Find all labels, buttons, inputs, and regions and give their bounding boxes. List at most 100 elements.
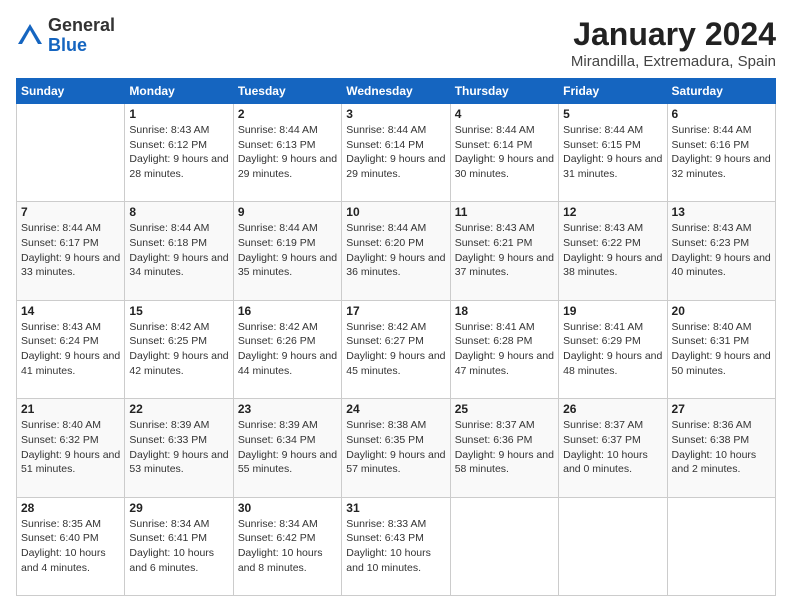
sunset: Sunset: 6:40 PM — [21, 532, 99, 544]
sunrise: Sunrise: 8:41 AM — [455, 321, 535, 333]
sunrise: Sunrise: 8:42 AM — [346, 321, 426, 333]
daylight: Daylight: 10 hours and 4 minutes. — [21, 547, 106, 574]
sunrise: Sunrise: 8:35 AM — [21, 518, 101, 530]
sunrise: Sunrise: 8:44 AM — [563, 124, 643, 136]
sunrise: Sunrise: 8:44 AM — [346, 222, 426, 234]
table-row: 5 Sunrise: 8:44 AM Sunset: 6:15 PM Dayli… — [559, 104, 667, 202]
table-row: 3 Sunrise: 8:44 AM Sunset: 6:14 PM Dayli… — [342, 104, 450, 202]
sunset: Sunset: 6:14 PM — [346, 139, 424, 151]
table-row: 27 Sunrise: 8:36 AM Sunset: 6:38 PM Dayl… — [667, 399, 775, 497]
table-row: 8 Sunrise: 8:44 AM Sunset: 6:18 PM Dayli… — [125, 202, 233, 300]
day-number: 27 — [672, 402, 771, 416]
title-block: January 2024 Mirandilla, Extremadura, Sp… — [571, 16, 776, 70]
day-info: Sunrise: 8:38 AM Sunset: 6:35 PM Dayligh… — [346, 418, 445, 477]
daylight: Daylight: 9 hours and 29 minutes. — [346, 153, 445, 180]
sunset: Sunset: 6:17 PM — [21, 237, 99, 249]
sunset: Sunset: 6:18 PM — [129, 237, 207, 249]
sunrise: Sunrise: 8:44 AM — [672, 124, 752, 136]
daylight: Daylight: 9 hours and 51 minutes. — [21, 449, 120, 476]
sunrise: Sunrise: 8:43 AM — [455, 222, 535, 234]
table-row: 22 Sunrise: 8:39 AM Sunset: 6:33 PM Dayl… — [125, 399, 233, 497]
day-info: Sunrise: 8:37 AM Sunset: 6:36 PM Dayligh… — [455, 418, 554, 477]
day-number: 9 — [238, 205, 337, 219]
day-number: 25 — [455, 402, 554, 416]
sunset: Sunset: 6:33 PM — [129, 434, 207, 446]
daylight: Daylight: 10 hours and 8 minutes. — [238, 547, 323, 574]
table-row: 30 Sunrise: 8:34 AM Sunset: 6:42 PM Dayl… — [233, 497, 341, 595]
daylight: Daylight: 9 hours and 36 minutes. — [346, 252, 445, 279]
day-info: Sunrise: 8:43 AM Sunset: 6:12 PM Dayligh… — [129, 123, 228, 182]
day-info: Sunrise: 8:34 AM Sunset: 6:41 PM Dayligh… — [129, 517, 228, 576]
daylight: Daylight: 9 hours and 34 minutes. — [129, 252, 228, 279]
day-number: 20 — [672, 304, 771, 318]
daylight: Daylight: 9 hours and 41 minutes. — [21, 350, 120, 377]
day-info: Sunrise: 8:33 AM Sunset: 6:43 PM Dayligh… — [346, 517, 445, 576]
sunrise: Sunrise: 8:43 AM — [672, 222, 752, 234]
col-saturday: Saturday — [667, 79, 775, 104]
sunset: Sunset: 6:43 PM — [346, 532, 424, 544]
sunset: Sunset: 6:24 PM — [21, 335, 99, 347]
logo-general: General — [48, 15, 115, 35]
table-row: 9 Sunrise: 8:44 AM Sunset: 6:19 PM Dayli… — [233, 202, 341, 300]
day-number: 19 — [563, 304, 662, 318]
table-row — [667, 497, 775, 595]
sunrise: Sunrise: 8:39 AM — [129, 419, 209, 431]
table-row: 18 Sunrise: 8:41 AM Sunset: 6:28 PM Dayl… — [450, 300, 558, 398]
calendar-week-row: 21 Sunrise: 8:40 AM Sunset: 6:32 PM Dayl… — [17, 399, 776, 497]
day-info: Sunrise: 8:44 AM Sunset: 6:16 PM Dayligh… — [672, 123, 771, 182]
logo-text: General Blue — [48, 16, 115, 56]
day-info: Sunrise: 8:37 AM Sunset: 6:37 PM Dayligh… — [563, 418, 662, 477]
day-number: 7 — [21, 205, 120, 219]
col-friday: Friday — [559, 79, 667, 104]
daylight: Daylight: 9 hours and 35 minutes. — [238, 252, 337, 279]
daylight: Daylight: 9 hours and 53 minutes. — [129, 449, 228, 476]
daylight: Daylight: 9 hours and 47 minutes. — [455, 350, 554, 377]
calendar: Sunday Monday Tuesday Wednesday Thursday… — [16, 78, 776, 596]
logo-icon — [16, 22, 44, 50]
table-row: 24 Sunrise: 8:38 AM Sunset: 6:35 PM Dayl… — [342, 399, 450, 497]
daylight: Daylight: 9 hours and 40 minutes. — [672, 252, 771, 279]
sunset: Sunset: 6:16 PM — [672, 139, 750, 151]
calendar-week-row: 1 Sunrise: 8:43 AM Sunset: 6:12 PM Dayli… — [17, 104, 776, 202]
sunrise: Sunrise: 8:42 AM — [129, 321, 209, 333]
sunset: Sunset: 6:14 PM — [455, 139, 533, 151]
daylight: Daylight: 9 hours and 29 minutes. — [238, 153, 337, 180]
col-sunday: Sunday — [17, 79, 125, 104]
sunrise: Sunrise: 8:41 AM — [563, 321, 643, 333]
daylight: Daylight: 9 hours and 50 minutes. — [672, 350, 771, 377]
sunset: Sunset: 6:37 PM — [563, 434, 641, 446]
day-number: 11 — [455, 205, 554, 219]
day-number: 14 — [21, 304, 120, 318]
sunrise: Sunrise: 8:37 AM — [455, 419, 535, 431]
daylight: Daylight: 9 hours and 31 minutes. — [563, 153, 662, 180]
daylight: Daylight: 9 hours and 37 minutes. — [455, 252, 554, 279]
day-number: 23 — [238, 402, 337, 416]
sunset: Sunset: 6:29 PM — [563, 335, 641, 347]
table-row: 29 Sunrise: 8:34 AM Sunset: 6:41 PM Dayl… — [125, 497, 233, 595]
day-info: Sunrise: 8:44 AM Sunset: 6:18 PM Dayligh… — [129, 221, 228, 280]
day-info: Sunrise: 8:43 AM Sunset: 6:24 PM Dayligh… — [21, 320, 120, 379]
sunrise: Sunrise: 8:34 AM — [238, 518, 318, 530]
daylight: Daylight: 9 hours and 32 minutes. — [672, 153, 771, 180]
calendar-header-row: Sunday Monday Tuesday Wednesday Thursday… — [17, 79, 776, 104]
day-info: Sunrise: 8:42 AM Sunset: 6:26 PM Dayligh… — [238, 320, 337, 379]
day-number: 1 — [129, 107, 228, 121]
header: General Blue January 2024 Mirandilla, Ex… — [16, 16, 776, 70]
daylight: Daylight: 9 hours and 55 minutes. — [238, 449, 337, 476]
daylight: Daylight: 9 hours and 48 minutes. — [563, 350, 662, 377]
table-row: 16 Sunrise: 8:42 AM Sunset: 6:26 PM Dayl… — [233, 300, 341, 398]
day-number: 4 — [455, 107, 554, 121]
day-number: 17 — [346, 304, 445, 318]
sunset: Sunset: 6:15 PM — [563, 139, 641, 151]
sunset: Sunset: 6:23 PM — [672, 237, 750, 249]
sunset: Sunset: 6:41 PM — [129, 532, 207, 544]
table-row: 26 Sunrise: 8:37 AM Sunset: 6:37 PM Dayl… — [559, 399, 667, 497]
table-row: 1 Sunrise: 8:43 AM Sunset: 6:12 PM Dayli… — [125, 104, 233, 202]
table-row: 21 Sunrise: 8:40 AM Sunset: 6:32 PM Dayl… — [17, 399, 125, 497]
day-number: 21 — [21, 402, 120, 416]
day-info: Sunrise: 8:42 AM Sunset: 6:27 PM Dayligh… — [346, 320, 445, 379]
sunrise: Sunrise: 8:43 AM — [21, 321, 101, 333]
sunset: Sunset: 6:27 PM — [346, 335, 424, 347]
sunrise: Sunrise: 8:43 AM — [129, 124, 209, 136]
day-info: Sunrise: 8:44 AM Sunset: 6:19 PM Dayligh… — [238, 221, 337, 280]
